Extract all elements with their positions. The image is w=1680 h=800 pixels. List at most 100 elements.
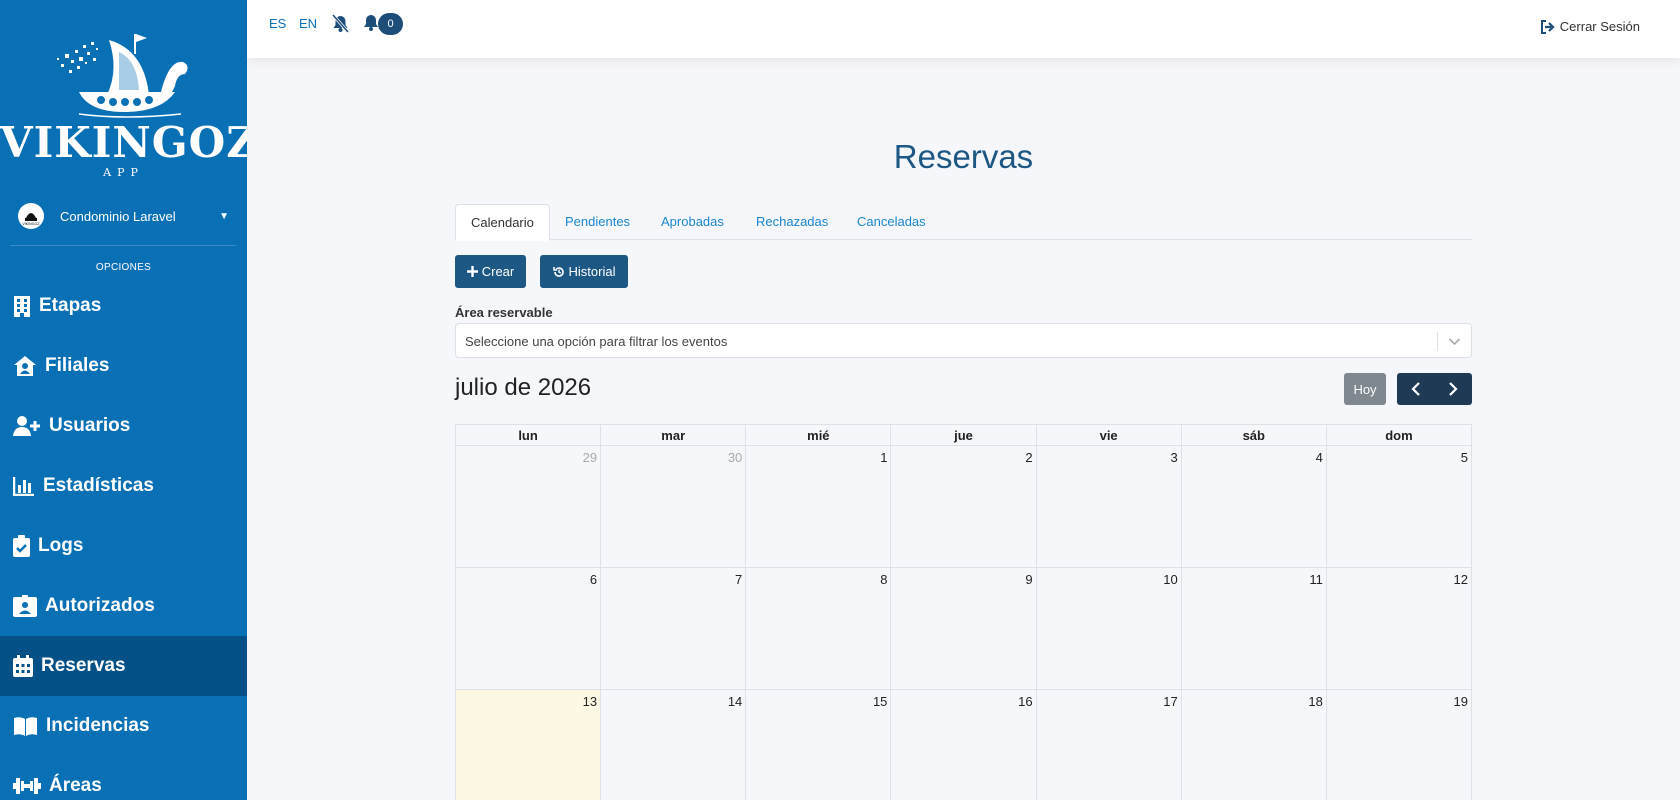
day-number: 29 xyxy=(582,450,598,465)
day-number: 3 xyxy=(1170,450,1178,465)
day-number: 13 xyxy=(582,694,598,709)
calendar-day-cell[interactable]: 1 xyxy=(745,446,890,567)
sidebar-item-label: Reservas xyxy=(41,655,126,676)
sidebar-item-filiales[interactable]: Filiales xyxy=(0,336,247,396)
bell-icon[interactable] xyxy=(363,14,379,37)
day-number: 7 xyxy=(735,572,743,587)
sidebar-item-autorizados[interactable]: Autorizados xyxy=(0,576,247,636)
calendar-day-cell[interactable]: 30 xyxy=(600,446,745,567)
reservation-tabs: Calendario Pendientes Aprobadas Rechazad… xyxy=(455,204,1472,241)
sidebar-section-label: OPCIONES xyxy=(95,262,152,273)
building-icon xyxy=(14,296,30,317)
calendar-day-cell[interactable]: 8 xyxy=(745,568,890,689)
sidebar-item-incidencias[interactable]: Incidencias xyxy=(0,696,247,756)
calendar-grid: lun mar mié jue vie sáb dom 29 30 1 2 3 … xyxy=(455,424,1472,800)
calendar-icon xyxy=(13,655,33,677)
day-number: 16 xyxy=(1018,694,1033,709)
chevron-left-icon xyxy=(1411,382,1420,396)
viking-logo-icon: VIKINGOZ xyxy=(22,213,40,226)
logo-title: VIKINGOZ xyxy=(0,118,247,167)
id-badge-icon xyxy=(13,595,37,617)
calendar-day-cell[interactable]: 16 xyxy=(890,690,1035,800)
user-plus-icon xyxy=(13,416,40,436)
sidebar-nav: Etapas Filiales Usuarios Estadísticas Lo… xyxy=(0,276,247,800)
calendar-day-cell[interactable]: 5 xyxy=(1325,446,1471,567)
weekday-label: vie xyxy=(1035,425,1181,445)
calendar-month-title: julio de 2026 xyxy=(455,374,592,401)
sidebar-item-areas[interactable]: Áreas xyxy=(0,756,247,800)
calendar-day-cell[interactable]: 29 xyxy=(456,446,600,567)
sidebar-item-etapas[interactable]: Etapas xyxy=(0,276,247,336)
calendar-day-cell[interactable]: 19 xyxy=(1325,690,1471,800)
calendar-day-cell[interactable]: 9 xyxy=(890,568,1035,689)
calendar-day-cell[interactable]: 6 xyxy=(456,568,600,689)
calendar-day-cell[interactable]: 18 xyxy=(1180,690,1326,800)
calendar-day-cell[interactable]: 10 xyxy=(1035,568,1181,689)
house-user-icon xyxy=(14,356,36,376)
day-number: 17 xyxy=(1163,694,1178,709)
calendar-day-cell[interactable]: 2 xyxy=(890,446,1035,567)
condominium-name: Condominio Laravel xyxy=(60,208,176,224)
calendar-day-cell[interactable]: 3 xyxy=(1035,446,1181,567)
create-label: Crear xyxy=(481,264,515,279)
area-filter-select[interactable]: Seleccione una opción para filtrar los e… xyxy=(455,323,1472,358)
calendar-week-row: 6 7 8 9 10 11 12 xyxy=(455,568,1472,690)
weekday-label: dom xyxy=(1325,425,1471,445)
calendar-week-row: 29 30 1 2 3 4 5 xyxy=(455,446,1472,568)
calendar-weekday-header: lun mar mié jue vie sáb dom xyxy=(455,424,1472,446)
tab-canceladas[interactable]: Canceladas xyxy=(842,204,941,240)
clipboard-check-icon xyxy=(13,535,30,557)
tab-pendientes[interactable]: Pendientes xyxy=(550,204,645,240)
app-logo[interactable]: VIKINGOZ APP xyxy=(0,30,247,182)
calendar-day-cell[interactable]: 11 xyxy=(1180,568,1326,689)
day-number: 18 xyxy=(1308,694,1323,709)
today-button[interactable]: Hoy xyxy=(1344,373,1386,405)
calendar-day-cell[interactable]: 14 xyxy=(600,690,745,800)
logout-button[interactable]: Cerrar Sesión xyxy=(1540,19,1640,34)
weekday-label: mar xyxy=(600,425,745,445)
book-icon xyxy=(14,717,37,736)
day-number: 15 xyxy=(872,694,888,709)
sidebar-item-usuarios[interactable]: Usuarios xyxy=(0,396,247,456)
calendar-day-cell[interactable]: 4 xyxy=(1180,446,1326,567)
calendar-day-cell[interactable]: 12 xyxy=(1325,568,1471,689)
area-filter-label: Área reservable xyxy=(455,305,553,320)
logo-subtitle: APP xyxy=(103,166,144,179)
area-filter-placeholder: Seleccione una opción para filtrar los e… xyxy=(465,334,728,349)
top-bar: ES EN 0 Cerrar Sesión xyxy=(247,0,1680,58)
calendar-day-cell[interactable]: 17 xyxy=(1035,690,1181,800)
tab-calendario[interactable]: Calendario xyxy=(455,204,550,241)
history-button[interactable]: Historial xyxy=(540,255,628,288)
weekday-label: lun xyxy=(518,428,538,443)
tab-rechazadas[interactable]: Rechazadas xyxy=(741,204,843,240)
day-number: 19 xyxy=(1453,694,1468,709)
chevron-down-icon xyxy=(1448,335,1461,353)
condominium-selector[interactable]: VIKINGOZ Condominio Laravel ▼ xyxy=(0,198,247,234)
calendar-day-cell-today[interactable]: 13 xyxy=(456,690,601,800)
plus-icon xyxy=(466,266,478,277)
sidebar-item-estadisticas[interactable]: Estadísticas xyxy=(0,456,247,516)
day-number: 6 xyxy=(589,572,598,587)
svg-text:VIKINGOZ: VIKINGOZ xyxy=(22,222,40,226)
sidebar-item-label: Logs xyxy=(38,535,84,556)
calendar-day-cell[interactable]: 15 xyxy=(745,690,890,800)
day-number: 10 xyxy=(1163,572,1178,587)
weekday-label: sáb xyxy=(1180,425,1326,445)
tab-aprobadas[interactable]: Aprobadas xyxy=(646,204,739,240)
language-es-link[interactable]: ES xyxy=(269,16,286,31)
bell-slash-icon[interactable] xyxy=(331,14,350,38)
sidebar-item-reservas[interactable]: Reservas xyxy=(0,636,247,696)
caret-down-icon: ▼ xyxy=(219,210,229,222)
sidebar-item-label: Estadísticas xyxy=(43,475,154,496)
prev-month-button[interactable] xyxy=(1397,373,1435,405)
weekday-label: mié xyxy=(745,425,890,445)
language-en-link[interactable]: EN xyxy=(299,16,317,31)
sidebar-item-logs[interactable]: Logs xyxy=(0,516,247,576)
next-month-button[interactable] xyxy=(1435,373,1473,405)
day-number: 30 xyxy=(727,450,743,465)
chart-bar-icon xyxy=(13,477,34,496)
chevron-right-icon xyxy=(1449,382,1458,396)
calendar-day-cell[interactable]: 7 xyxy=(600,568,745,689)
sidebar-item-label: Incidencias xyxy=(46,715,150,736)
create-button[interactable]: Crear xyxy=(455,255,526,288)
